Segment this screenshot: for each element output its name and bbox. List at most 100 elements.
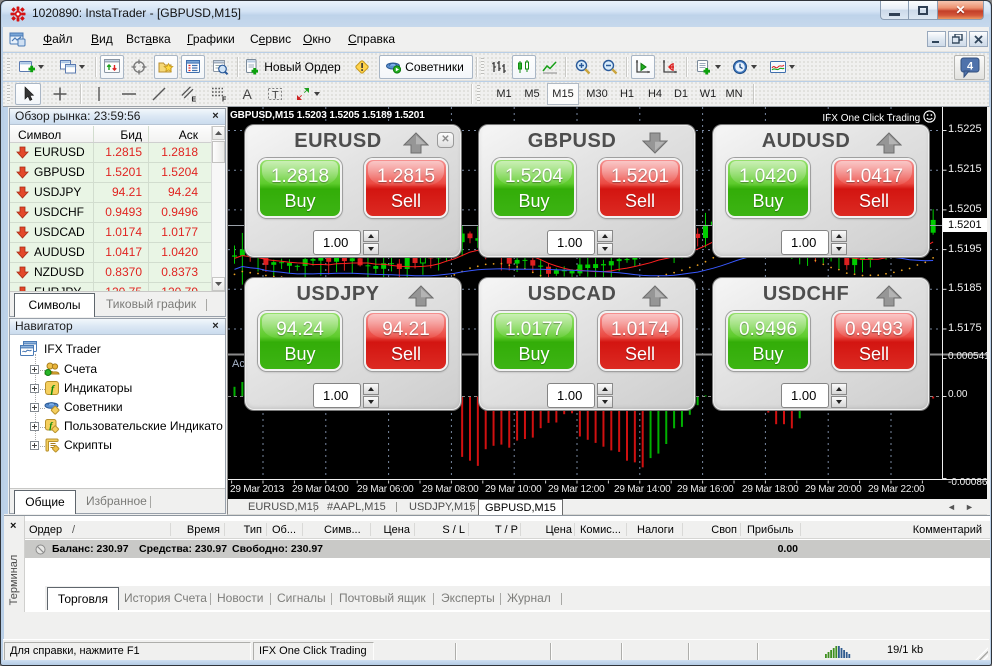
chart-shift-button[interactable] (658, 55, 682, 79)
market-watch-row-audusd[interactable]: AUDUSD1.04171.0420 (10, 243, 211, 263)
text-tool-button[interactable]: A (236, 83, 260, 105)
menu-item-графики[interactable]: Графики (183, 27, 239, 52)
volume-input[interactable]: 1.00 (547, 383, 595, 408)
sell-button[interactable]: 1.5201Sell (598, 158, 682, 218)
scroll-up-button[interactable] (212, 126, 225, 140)
navigator-close-icon[interactable]: × (209, 320, 222, 333)
terminal-column-6[interactable]: S / L (442, 524, 465, 536)
volume-down-button[interactable] (597, 396, 613, 408)
terminal-column-13[interactable]: Комментарий (913, 524, 982, 536)
zoom-out-button[interactable] (598, 55, 622, 79)
terminal-column-1[interactable]: Время (187, 524, 220, 536)
text-label-tool-button[interactable]: T (262, 83, 288, 105)
volume-input[interactable]: 1.00 (781, 230, 829, 255)
dropdown-arrow-icon[interactable] (38, 65, 44, 69)
terminal-column-7[interactable]: T / P (495, 524, 518, 536)
volume-up-button[interactable] (597, 230, 613, 242)
volume-input[interactable]: 1.00 (313, 230, 361, 255)
timeframe-m30-button[interactable]: M30 (581, 83, 613, 105)
volume-down-button[interactable] (597, 243, 613, 255)
terminal-tab-2[interactable]: Новости (217, 591, 263, 605)
fibonacci-tool-button[interactable]: F (206, 83, 232, 105)
timeframe-mn-button[interactable]: MN (721, 83, 747, 105)
tab-scroll-right-icon[interactable]: ► (965, 502, 974, 512)
menu-item-сервис[interactable]: Сервис (246, 27, 295, 52)
volume-up-button[interactable] (363, 230, 379, 242)
new-order-button[interactable]: Новый Ордер (243, 55, 345, 79)
alerts-button[interactable] (349, 55, 375, 79)
volume-up-button[interactable] (597, 383, 613, 395)
timeframe-m15-button[interactable]: M15 (547, 83, 579, 105)
expand-icon[interactable] (30, 403, 39, 412)
chart-tab-aaplm15[interactable]: #AAPL,M15 (321, 499, 392, 515)
mdi-close-button[interactable] (969, 31, 988, 47)
tick-chart-button[interactable] (100, 55, 124, 79)
terminal-column-4[interactable]: Симв... (324, 524, 361, 536)
volume-up-button[interactable] (831, 230, 847, 242)
templates-button[interactable] (691, 55, 725, 79)
mdi-minimize-button[interactable] (927, 31, 946, 47)
tab-favorites[interactable]: Избранное (86, 494, 147, 508)
menu-item-вид[interactable]: Вид (87, 27, 117, 52)
buy-button[interactable]: 1.2818Buy (258, 158, 342, 218)
market-watch-row-usdjpy[interactable]: USDJPY94.2194.24 (10, 183, 211, 203)
restore-button[interactable] (908, 1, 938, 20)
buy-button[interactable]: 1.0420Buy (726, 158, 810, 218)
market-watch-row-gbpusd[interactable]: GBPUSD1.52011.5204 (10, 163, 211, 183)
chart-tab-usdjpym15[interactable]: USDJPY,M15 (403, 499, 481, 515)
dropdown-arrow-icon[interactable] (314, 92, 320, 96)
bar-chart-button[interactable] (487, 55, 510, 79)
horizontal-line-tool-button[interactable] (116, 83, 142, 105)
terminal-tab-0[interactable]: Торговля (47, 587, 119, 610)
terminal-tab-6[interactable]: Журнал (507, 591, 551, 605)
column-ask[interactable]: Аск (144, 128, 198, 142)
menu-item-справка[interactable]: Справка (344, 27, 399, 52)
market-watch-row-eurusd[interactable]: EURUSD1.28151.2818 (10, 143, 211, 163)
zoom-in-button[interactable] (571, 55, 595, 79)
terminal-column-11[interactable]: Своп (711, 524, 737, 536)
arrows-tool-button[interactable] (290, 83, 324, 105)
timeframe-m5-button[interactable]: M5 (519, 83, 545, 105)
dropdown-arrow-icon[interactable] (715, 65, 721, 69)
trendline-tool-button[interactable] (146, 83, 172, 105)
chat-button[interactable]: 4 (954, 55, 985, 80)
terminal-column-headers[interactable]: ОрдерВремяТипОб...Симв...ЦенаS / LT / PЦ… (25, 521, 990, 539)
buy-button[interactable]: 94.24Buy (258, 311, 342, 371)
sell-button[interactable]: 0.9493Sell (832, 311, 916, 371)
market-watch-row-usdchf[interactable]: USDCHF0.94930.9496 (10, 203, 211, 223)
vertical-line-tool-button[interactable] (86, 83, 112, 105)
sell-button[interactable]: 1.0174Sell (598, 311, 682, 371)
column-bid[interactable]: Бид (88, 128, 142, 142)
volume-down-button[interactable] (363, 396, 379, 408)
resize-grip[interactable] (974, 647, 988, 661)
candlestick-chart-button[interactable] (512, 55, 536, 79)
new-chart-button[interactable] (13, 55, 50, 79)
volume-up-button[interactable] (831, 383, 847, 395)
dropdown-arrow-icon[interactable] (751, 65, 757, 69)
tab-symbols[interactable]: Символы (14, 293, 95, 317)
data-window-button[interactable] (208, 55, 232, 79)
periods-button[interactable] (728, 55, 761, 79)
chart-tab-gbpusdm15[interactable]: GBPUSD,M15 (478, 499, 563, 516)
profiles-button[interactable] (54, 55, 91, 79)
market-watch-toggle-button[interactable] (181, 55, 205, 79)
terminal-column-5[interactable]: Цена (384, 524, 410, 536)
minimize-button[interactable] (880, 1, 908, 20)
terminal-tab-5[interactable]: Эксперты (441, 591, 495, 605)
market-watch-column-headers[interactable]: СимволБидАск (10, 126, 225, 143)
panel-close-button[interactable]: ✕ (437, 132, 454, 148)
terminal-column-10[interactable]: Налоги (637, 524, 674, 536)
close-button[interactable]: ✕ (938, 1, 984, 20)
timeframe-h1-button[interactable]: H1 (615, 83, 639, 105)
sell-button[interactable]: 1.2815Sell (364, 158, 448, 218)
sell-button[interactable]: 94.21Sell (364, 311, 448, 371)
buy-button[interactable]: 1.5204Buy (492, 158, 576, 218)
line-chart-button[interactable] (538, 55, 561, 79)
crosshair-mode-button[interactable] (127, 55, 151, 79)
terminal-tab-1[interactable]: История Счета (124, 591, 207, 605)
timeframe-m1-button[interactable]: M1 (491, 83, 517, 105)
indicators-button[interactable] (764, 55, 800, 79)
market-watch-row-nzdusd[interactable]: NZDUSD0.83700.8373 (10, 263, 211, 283)
expert-advisors-button[interactable]: Советники (379, 55, 473, 79)
expand-icon[interactable] (30, 384, 39, 393)
